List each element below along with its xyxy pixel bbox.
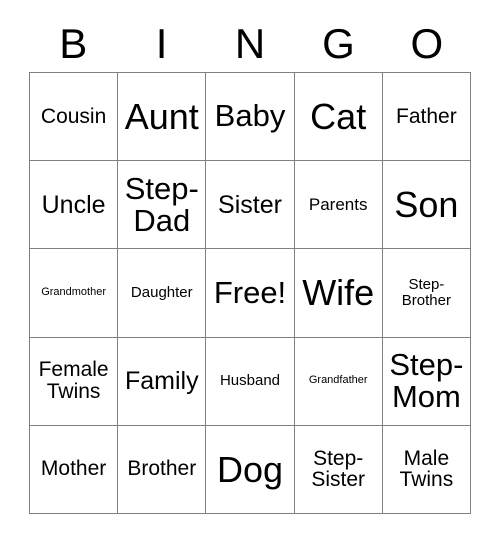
bingo-cell-r1c5[interactable]: Father	[382, 73, 471, 162]
bingo-cell-label: Male Twins	[399, 446, 454, 492]
bingo-cell-r5c3[interactable]: Dog	[206, 425, 295, 514]
bingo-cell-r5c4[interactable]: Step- Sister	[294, 425, 383, 514]
bingo-cell-label: Cat	[310, 95, 367, 137]
bingo-cell-r3c5[interactable]: Step- Brother	[382, 249, 471, 338]
bingo-header-letter-n: N	[234, 20, 266, 67]
bingo-cell-label: Grandfather	[308, 374, 368, 387]
bingo-cell-r2c1[interactable]: Uncle	[30, 161, 119, 250]
bingo-cell-label: Free!	[213, 274, 287, 310]
bingo-cell-label: Aunt	[124, 95, 199, 137]
bingo-cell-r5c5[interactable]: Male Twins	[382, 425, 471, 514]
bingo-header-letter-o: O	[410, 20, 444, 67]
bingo-cell-label: Uncle	[41, 190, 106, 219]
bingo-cell-r4c3[interactable]: Husband	[206, 337, 295, 426]
bingo-cell-label: Wife	[302, 272, 375, 314]
bingo-cell-label: Female Twins	[38, 358, 109, 404]
bingo-cell-label: Step- Brother	[401, 276, 451, 309]
bingo-cell-label: Brother	[127, 457, 197, 481]
bingo-cell-r3c1[interactable]: Grandmother	[30, 249, 119, 338]
bingo-cell-r4c5[interactable]: Step- Mom	[382, 337, 471, 426]
bingo-cell-label: Mother	[40, 457, 107, 481]
bingo-cell-r1c4[interactable]: Cat	[294, 73, 383, 162]
bingo-cell-label: Father	[396, 104, 457, 128]
bingo-cell-label: Sister	[218, 190, 282, 219]
bingo-cell-r4c1[interactable]: Female Twins	[30, 337, 119, 426]
bingo-cell-r2c2[interactable]: Step- Dad	[118, 161, 207, 250]
bingo-cell-r5c1[interactable]: Mother	[30, 425, 119, 514]
bingo-header-letter-g: G	[322, 20, 355, 67]
bingo-cell-r3c3[interactable]: Free!	[206, 249, 295, 338]
bingo-cell-r2c4[interactable]: Parents	[294, 161, 383, 250]
bingo-cell-label: Step- Dad	[124, 170, 199, 238]
bingo-cell-r4c4[interactable]: Grandfather	[294, 337, 383, 426]
bingo-grid: Cousin Aunt Baby Cat Father Uncle Step- Dad Sis…	[29, 72, 471, 514]
bingo-cell-r2c3[interactable]: Sister	[206, 161, 295, 250]
bingo-cell-r1c3[interactable]: Baby	[206, 73, 295, 162]
bingo-header: BINGO	[29, 16, 471, 72]
bingo-cell-label: Dog	[216, 448, 284, 490]
bingo-cell-label: Daughter	[130, 284, 193, 302]
bingo-cell-label: Cousin	[40, 104, 107, 128]
bingo-header-letter-i: I	[155, 20, 168, 67]
bingo-cell-r5c2[interactable]: Brother	[118, 425, 207, 514]
bingo-cell-label: Step- Sister	[311, 446, 366, 492]
bingo-cell-r4c2[interactable]: Family	[118, 337, 207, 426]
bingo-cell-r3c4[interactable]: Wife	[294, 249, 383, 338]
bingo-cell-label: Baby	[214, 98, 286, 134]
bingo-cell-label: Family	[124, 367, 199, 396]
bingo-cell-label: Step- Mom	[389, 346, 464, 415]
bingo-cell-label: Son	[394, 184, 459, 226]
bingo-header-letter-b: B	[59, 20, 88, 67]
bingo-cell-label: Husband	[219, 372, 281, 390]
bingo-cell-r1c2[interactable]: Aunt	[118, 73, 207, 162]
bingo-cell-r1c1[interactable]: Cousin	[30, 73, 119, 162]
bingo-card: B I N G O Cousin Aunt Baby Cat Father Uncle Step- …	[0, 0, 500, 544]
bingo-cell-label: Grandmother	[41, 286, 106, 299]
bingo-cell-r3c2[interactable]: Daughter	[118, 249, 207, 338]
bingo-cell-label: Parents	[308, 194, 368, 214]
bingo-cell-r2c5[interactable]: Son	[382, 161, 471, 250]
